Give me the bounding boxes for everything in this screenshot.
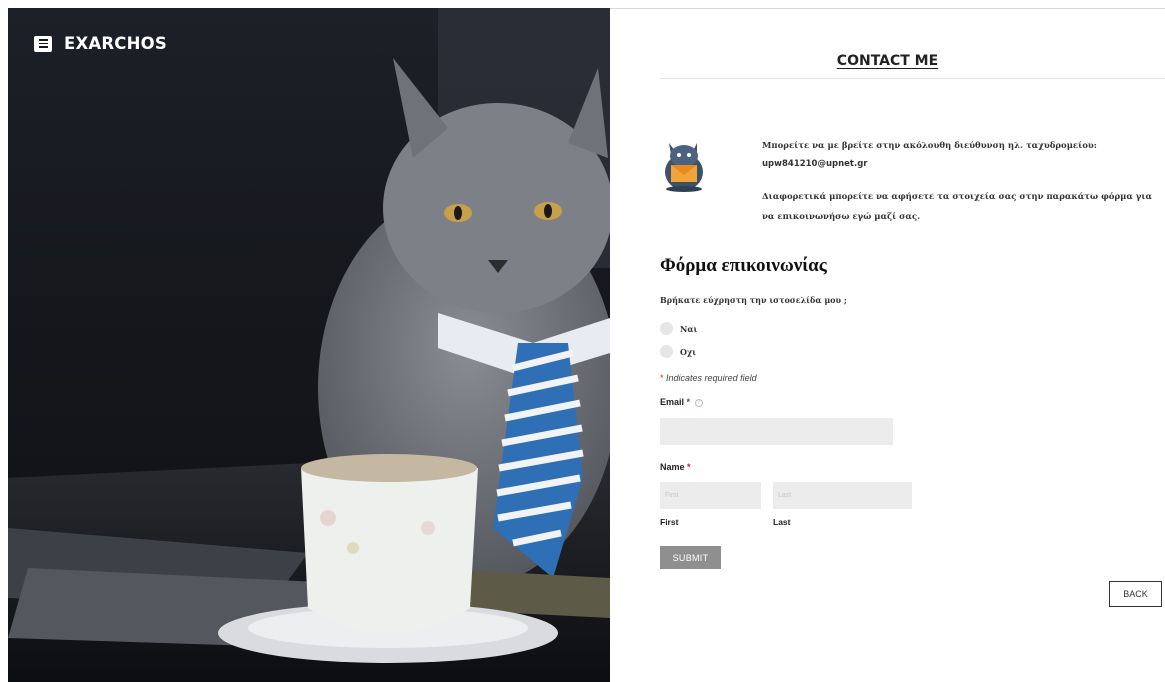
title-divider	[660, 78, 1165, 79]
name-label: Name *	[660, 462, 691, 472]
cat-photo	[8, 8, 610, 682]
name-label-text: Name	[660, 462, 685, 472]
brand[interactable]: EXARCHOS	[34, 34, 167, 53]
first-name-input[interactable]	[660, 482, 761, 509]
contact-email[interactable]: upw841210@upnet.gr	[762, 157, 1165, 171]
radio-option-yes[interactable]: Ναι	[660, 322, 697, 335]
email-input[interactable]	[660, 418, 893, 445]
hamburger-menu-icon[interactable]	[34, 35, 52, 52]
submit-button[interactable]: SUBMIT	[660, 546, 721, 569]
required-star: *	[687, 462, 691, 472]
intro-line-2: Διαφορετικά μπορείτε να αφήσετε τα στοιχ…	[762, 192, 1153, 222]
required-star: *	[686, 397, 691, 407]
last-name-input[interactable]	[773, 482, 912, 509]
radio-option-no[interactable]: Οχι	[660, 345, 696, 358]
intro-line-1: Μπορείτε να με βρείτε στην ακόλουθη διεύ…	[762, 141, 1097, 151]
first-name-sublabel: First	[660, 517, 679, 527]
radio-label: Οχι	[680, 346, 697, 357]
contact-intro: Μπορείτε να με βρείτε στην ακόλουθη διεύ…	[762, 139, 1165, 227]
last-name-sublabel: Last	[773, 517, 791, 527]
form-heading: Φόρμα επικοινωνίας	[660, 255, 827, 276]
help-icon[interactable]: ?	[694, 398, 703, 407]
email-label-text: Email	[660, 397, 685, 407]
back-button[interactable]: BACK	[1109, 581, 1162, 607]
required-star: *	[660, 373, 664, 383]
hero-image: EXARCHOS	[8, 8, 610, 682]
contact-content: CONTACT ME Μπορείτε να με βρείτε στην ακ…	[610, 8, 1165, 682]
required-note: * Indicates required field	[660, 373, 757, 383]
page-title: CONTACT ME	[836, 53, 939, 69]
radio-circle[interactable]	[660, 345, 673, 358]
survey-question: Βρήκατε εύχρηστη την ιστοσελίδα μου ;	[660, 295, 847, 305]
radio-circle[interactable]	[660, 322, 673, 335]
email-label: Email * ?	[660, 397, 703, 407]
radio-label: Ναι	[680, 323, 698, 334]
cat-mail-icon	[665, 143, 703, 192]
required-note-text: Indicates required field	[666, 373, 757, 383]
brand-name[interactable]: EXARCHOS	[64, 34, 167, 53]
